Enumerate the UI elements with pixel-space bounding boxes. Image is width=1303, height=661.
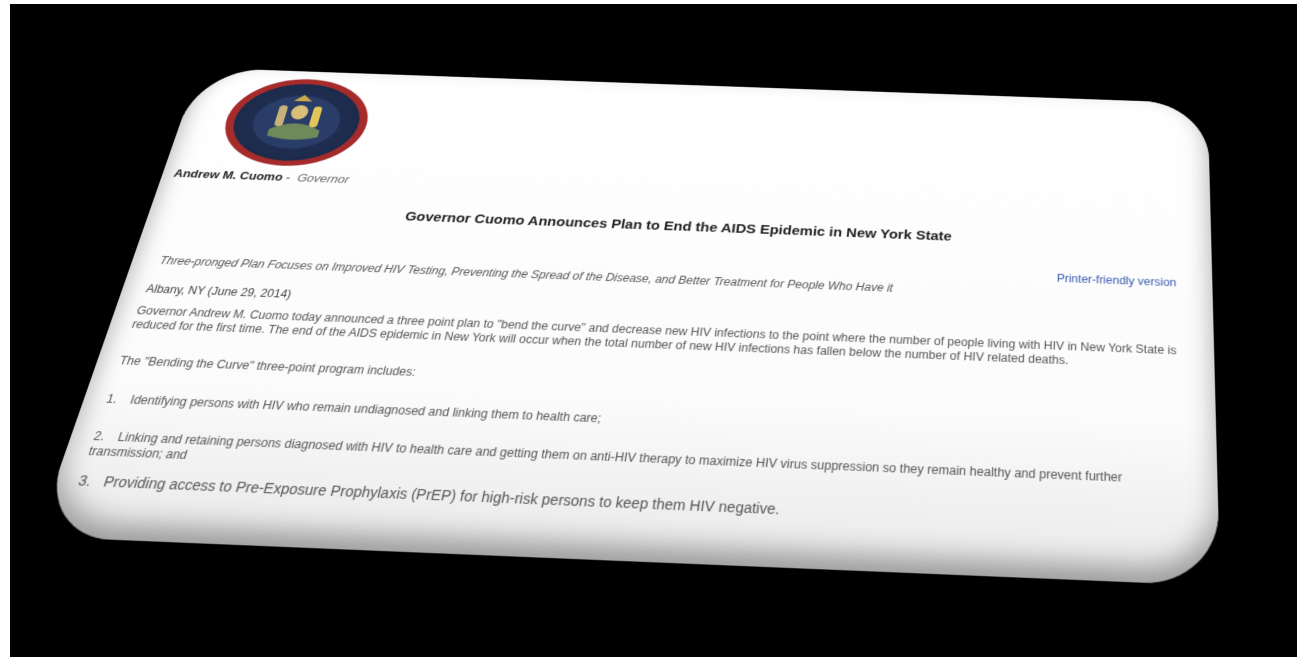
black-background-frame: Andrew M. Cuomo - Governor Governor Cuom… xyxy=(10,4,1297,657)
printer-friendly-link[interactable]: Printer-friendly version xyxy=(1057,272,1177,289)
governor-byline: Andrew M. Cuomo - Governor xyxy=(172,167,351,186)
byline-separator: - xyxy=(284,170,293,184)
article-title: Governor Cuomo Announces Plan to End the… xyxy=(403,209,953,245)
governor-name: Andrew M. Cuomo xyxy=(172,166,285,184)
list-item-text: Identifying persons with HIV who remain … xyxy=(128,392,603,426)
press-release-page: Andrew M. Cuomo - Governor Governor Cuom… xyxy=(35,67,1221,586)
article-dateline: Albany, NY (June 29, 2014) xyxy=(144,282,294,301)
governor-role: Governor xyxy=(295,171,351,186)
seal-emblem-graphic xyxy=(245,94,348,151)
program-intro: The "Bending the Curve" three-point prog… xyxy=(117,353,418,379)
list-item-number: 2. xyxy=(91,429,107,444)
list-item-number: 3. xyxy=(76,472,95,490)
new-york-state-seal-logo xyxy=(212,76,379,169)
list-item-number: 1. xyxy=(104,391,120,406)
